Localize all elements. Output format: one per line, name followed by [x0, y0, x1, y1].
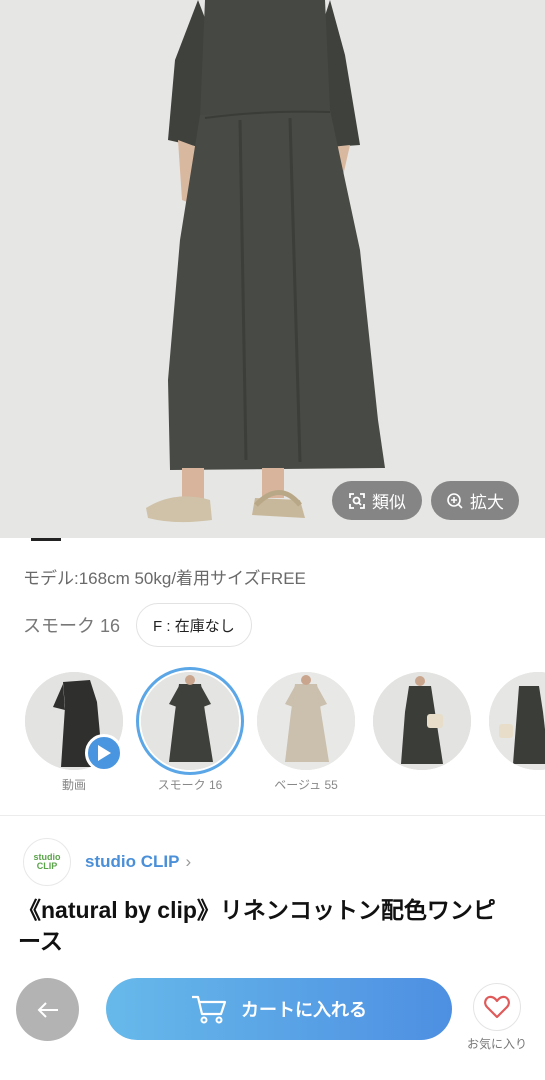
shop-logo: studio CLIP [23, 838, 71, 886]
size-stock-chip[interactable]: F : 在庫なし [136, 603, 252, 647]
back-button[interactable] [16, 978, 79, 1041]
add-to-cart-button[interactable]: カートに入れる [106, 978, 452, 1040]
cart-icon [192, 995, 227, 1024]
selected-color-name: スモーク 16 [23, 616, 121, 636]
product-page: 類似 拡大 モデル:168cm 50kg/着用サイズFREE スモーク 16 F… [0, 0, 545, 1080]
color-size-row: スモーク 16 F : 在庫なし [23, 603, 252, 647]
thumbnail-caption: ベージュ 55 [274, 778, 338, 792]
section-divider [0, 815, 545, 816]
cart-button-label: カートに入れる [241, 1000, 367, 1020]
thumbnail-image [257, 672, 355, 770]
similar-label: 類似 [372, 493, 406, 512]
thumbnail-image [136, 667, 244, 775]
thumbnail-smoke[interactable]: スモーク 16 [136, 667, 244, 793]
image-search-icon [349, 492, 365, 509]
shop-link[interactable]: studio CLIP studio CLIP › [23, 838, 191, 886]
thumbnail-image [373, 672, 471, 770]
zoom-label: 拡大 [470, 493, 504, 512]
dress-illustration [0, 0, 545, 538]
play-icon [85, 734, 123, 772]
thumbnail-video[interactable]: 動画 [25, 672, 123, 793]
zoom-in-icon [447, 492, 463, 509]
thumbnail-styling-1[interactable] [373, 672, 471, 776]
chevron-right-icon: › [185, 852, 192, 871]
favorite-label: お気に入り [466, 1037, 527, 1051]
favorite-button[interactable]: お気に入り [458, 983, 536, 1052]
image-page-indicator [31, 538, 61, 541]
product-image[interactable]: 類似 拡大 [0, 0, 545, 538]
arrow-left-icon [37, 1001, 58, 1018]
heart-icon [484, 995, 510, 1019]
zoom-button[interactable]: 拡大 [431, 481, 519, 520]
thumbnail-styling-2[interactable] [489, 672, 545, 776]
thumbnail-beige[interactable]: ベージュ 55 [257, 672, 355, 793]
similar-search-button[interactable]: 類似 [332, 481, 422, 520]
thumbnail-caption: スモーク 16 [157, 778, 223, 792]
product-title: 《natural by clip》リネンコットン配色ワンピース [18, 897, 496, 954]
variant-thumbnails: 動画 スモーク 16 ベージュ 55 [0, 667, 545, 798]
model-info: モデル:168cm 50kg/着用サイズFREE [23, 569, 306, 588]
thumbnail-image [489, 672, 545, 770]
favorite-circle[interactable] [473, 983, 521, 1031]
shop-name[interactable]: studio CLIP [85, 852, 179, 872]
thumbnail-caption: 動画 [61, 778, 86, 792]
